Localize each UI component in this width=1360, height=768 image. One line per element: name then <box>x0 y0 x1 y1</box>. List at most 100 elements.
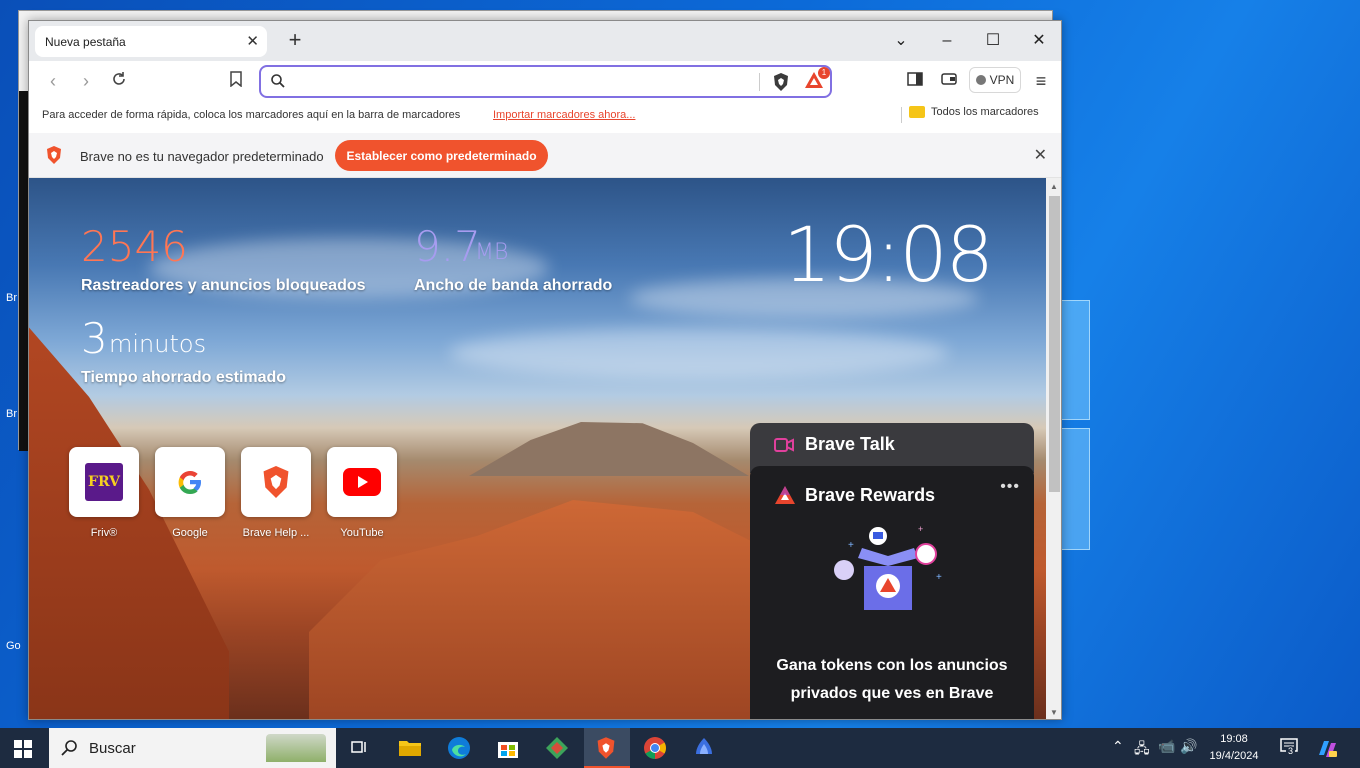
rewards-badge: 1 <box>818 67 830 79</box>
reload-button[interactable] <box>109 71 129 91</box>
volume-icon[interactable]: 🔊 <box>1180 738 1197 755</box>
close-tab-icon[interactable]: ✕ <box>246 32 259 50</box>
main-menu-button[interactable]: ≡ <box>1031 71 1051 91</box>
microsoft-store-icon[interactable] <box>493 733 523 763</box>
brave-lion-icon <box>263 466 289 498</box>
svg-text:+: + <box>848 540 854 551</box>
rewards-body-text: Gana tokens con los anuncios privados qu… <box>776 657 1008 702</box>
task-view-icon[interactable] <box>345 733 375 763</box>
trackers-count: 2546 <box>81 222 188 271</box>
tab-title: Nueva pestaña <box>45 34 126 49</box>
top-site-name: Friv® <box>90 527 118 539</box>
bandwidth-label: Ancho de banda ahorrado <box>414 277 613 294</box>
bandwidth-value: 9.7 <box>414 222 481 271</box>
bandwidth-unit: MB <box>475 240 509 265</box>
minimize-button[interactable]: – <box>937 31 957 51</box>
browser-window: Nueva pestaña ✕ + ⌄ – ☐ ✕ ‹ › 1 VPN ≡ Pa… <box>28 20 1062 720</box>
top-site-name: Google <box>172 527 208 539</box>
folder-icon <box>909 106 925 118</box>
address-input[interactable] <box>295 72 775 92</box>
svg-text:+: + <box>936 572 942 583</box>
import-bookmarks-link[interactable]: Importar marcadores ahora... <box>493 109 635 121</box>
friv-logo-icon: FRV <box>85 463 123 501</box>
tab-new-tab[interactable]: Nueva pestaña ✕ <box>35 26 267 57</box>
top-site-tile[interactable]: Brave Help ... <box>241 447 311 539</box>
brave-lion-icon <box>47 146 61 164</box>
close-window-button[interactable]: ✕ <box>1029 31 1049 51</box>
brave-browser-icon[interactable] <box>591 733 621 763</box>
google-logo-icon <box>178 471 201 494</box>
meet-now-icon[interactable]: 📹 <box>1158 738 1175 755</box>
brave-rewards-title: Brave Rewards <box>805 485 936 505</box>
search-icon <box>61 740 77 756</box>
svg-text:+: + <box>918 524 923 534</box>
bookmarks-prompt: Para acceder de forma rápida, coloca los… <box>42 109 461 121</box>
new-tab-button[interactable]: + <box>283 29 307 53</box>
brave-shields-icon[interactable] <box>771 72 791 92</box>
app-icon-blue[interactable] <box>689 733 719 763</box>
vpn-label: VPN <box>989 73 1015 87</box>
all-bookmarks-button[interactable]: Todos los marcadores <box>909 106 1039 118</box>
all-bookmarks-label: Todos los marcadores <box>931 106 1039 118</box>
forward-button[interactable]: › <box>76 71 96 91</box>
top-site-tile[interactable]: FRV Friv® <box>69 447 139 539</box>
desktop-icon-label[interactable]: Br <box>6 408 17 420</box>
time-saved-value: 3 <box>81 314 108 363</box>
file-explorer-icon[interactable] <box>395 733 425 763</box>
close-infobar-icon[interactable]: ✕ <box>1034 145 1047 165</box>
network-icon[interactable]: 🖧 <box>1134 738 1150 762</box>
windows-start-icon[interactable] <box>14 740 32 758</box>
toolbar: ‹ › 1 VPN ≡ <box>29 61 1061 101</box>
brave-rewards-button[interactable]: 1 <box>804 67 830 91</box>
widget-stack: Brave Talk Brave Rewards ••• + + + Gana … <box>750 423 1034 719</box>
taskbar: Buscar ⌃ 🖧 📹 🔊 19:08 19/4/2024 3 <box>0 728 1360 768</box>
ntp-clock: 19:08 <box>783 210 994 299</box>
taskbar-date: 19/4/2024 <box>1209 750 1259 762</box>
wallet-button[interactable] <box>939 71 959 91</box>
back-button[interactable]: ‹ <box>43 71 63 91</box>
bookmark-button[interactable] <box>226 71 246 91</box>
taskbar-search-placeholder: Buscar <box>89 739 136 757</box>
sidebar-icon <box>907 72 923 86</box>
desktop-icon-label[interactable]: Br <box>6 292 17 304</box>
copilot-icon[interactable] <box>1316 738 1338 763</box>
sidebar-toggle-button[interactable] <box>905 71 925 91</box>
show-hidden-icons-chevron[interactable]: ⌃ <box>1112 738 1124 755</box>
taskbar-clock[interactable]: 19:08 19/4/2024 <box>1204 731 1264 765</box>
notification-count: 3 <box>1286 746 1296 756</box>
top-site-tile[interactable]: YouTube <box>327 447 397 539</box>
vpn-button[interactable]: VPN <box>969 67 1021 93</box>
brave-rewards-widget[interactable]: Brave Rewards ••• + + + Gana tokens con … <box>750 466 1034 719</box>
bookmarks-bar: Para acceder de forma rápida, coloca los… <box>29 101 1061 129</box>
top-site-tile[interactable]: Google <box>155 447 225 539</box>
edge-icon[interactable] <box>444 733 474 763</box>
set-default-button[interactable]: Establecer como predeterminado <box>335 140 548 171</box>
desktop-icon-label[interactable]: Go <box>6 640 21 652</box>
more-options-icon[interactable]: ••• <box>1000 478 1020 496</box>
bookmark-icon <box>230 71 242 88</box>
new-tab-page: 2546 Rastreadores y anuncios bloqueados … <box>29 178 1046 719</box>
reload-icon <box>113 72 125 85</box>
notification-center-icon[interactable]: 3 <box>1280 738 1298 757</box>
search-highlight-image <box>266 734 326 762</box>
app-icon-diamond[interactable] <box>542 733 572 763</box>
rewards-gift-illustration: + + + <box>834 524 942 610</box>
address-bar[interactable]: 1 <box>259 65 832 98</box>
youtube-logo-icon <box>343 468 381 496</box>
taskbar-time: 19:08 <box>1220 733 1248 745</box>
bat-triangle-icon <box>775 486 795 504</box>
search-icon <box>271 74 285 88</box>
chrome-icon[interactable] <box>640 733 670 763</box>
scrollbar-thumb[interactable] <box>1049 196 1060 492</box>
trackers-label: Rastreadores y anuncios bloqueados <box>81 277 366 294</box>
time-saved-unit: minutos <box>109 330 207 358</box>
brave-talk-title: Brave Talk <box>805 434 895 454</box>
taskbar-search-box[interactable]: Buscar <box>49 728 336 768</box>
wallet-icon <box>941 73 957 85</box>
top-site-name: Brave Help ... <box>242 527 310 539</box>
tab-search-chevron-icon[interactable]: ⌄ <box>891 31 911 51</box>
top-site-name: YouTube <box>340 527 384 539</box>
time-saved-label: Tiempo ahorrado estimado <box>81 369 287 386</box>
maximize-button[interactable]: ☐ <box>983 31 1003 51</box>
page-scrollbar[interactable]: ▲ ▼ <box>1046 178 1061 719</box>
